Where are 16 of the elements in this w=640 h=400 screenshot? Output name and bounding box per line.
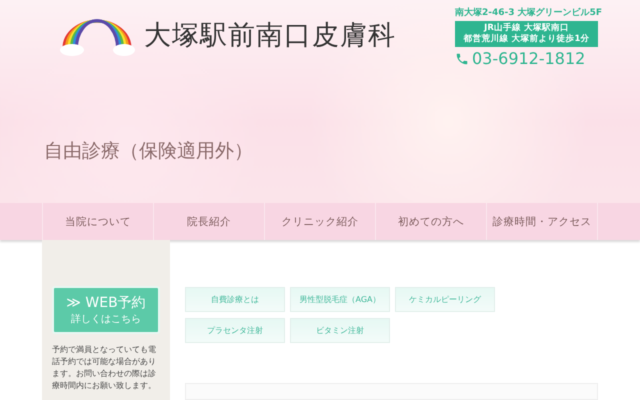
phone-number: 03-6912-1812 — [472, 49, 586, 68]
nav-link[interactable]: クリニック紹介 — [264, 203, 375, 240]
menu-button[interactable]: ケミカルピーリング — [395, 287, 495, 312]
phone-icon — [455, 52, 469, 66]
nav-link[interactable]: 初めての方へ — [375, 203, 486, 240]
page-title: 自由診療（保険適用外） — [44, 139, 254, 164]
access-line: JR山手線 大塚駅南口 — [482, 23, 570, 34]
access-line: 都営荒川線 大塚前より徒歩1分 — [462, 34, 590, 45]
menu-button[interactable]: ビタミン注射 — [290, 318, 390, 343]
menu-button[interactable]: 男性型脱毛症（AGA） — [290, 287, 390, 312]
web-reservation-button[interactable]: ≫ WEB予約 詳しくはこちら — [52, 286, 160, 334]
nav-link[interactable]: 診療時間・アクセス — [486, 203, 598, 240]
reservation-note: 予約で満員となっていても電話予約では可能な場合があります。お問い合わせの際は診療時間内にお願い致します。 — [52, 344, 157, 392]
menu-button[interactable]: 自費診療とは — [185, 287, 285, 312]
clinic-name: 大塚駅前南口皮膚科 — [144, 19, 396, 53]
menu-button[interactable]: プラセンタ注射 — [185, 318, 285, 343]
